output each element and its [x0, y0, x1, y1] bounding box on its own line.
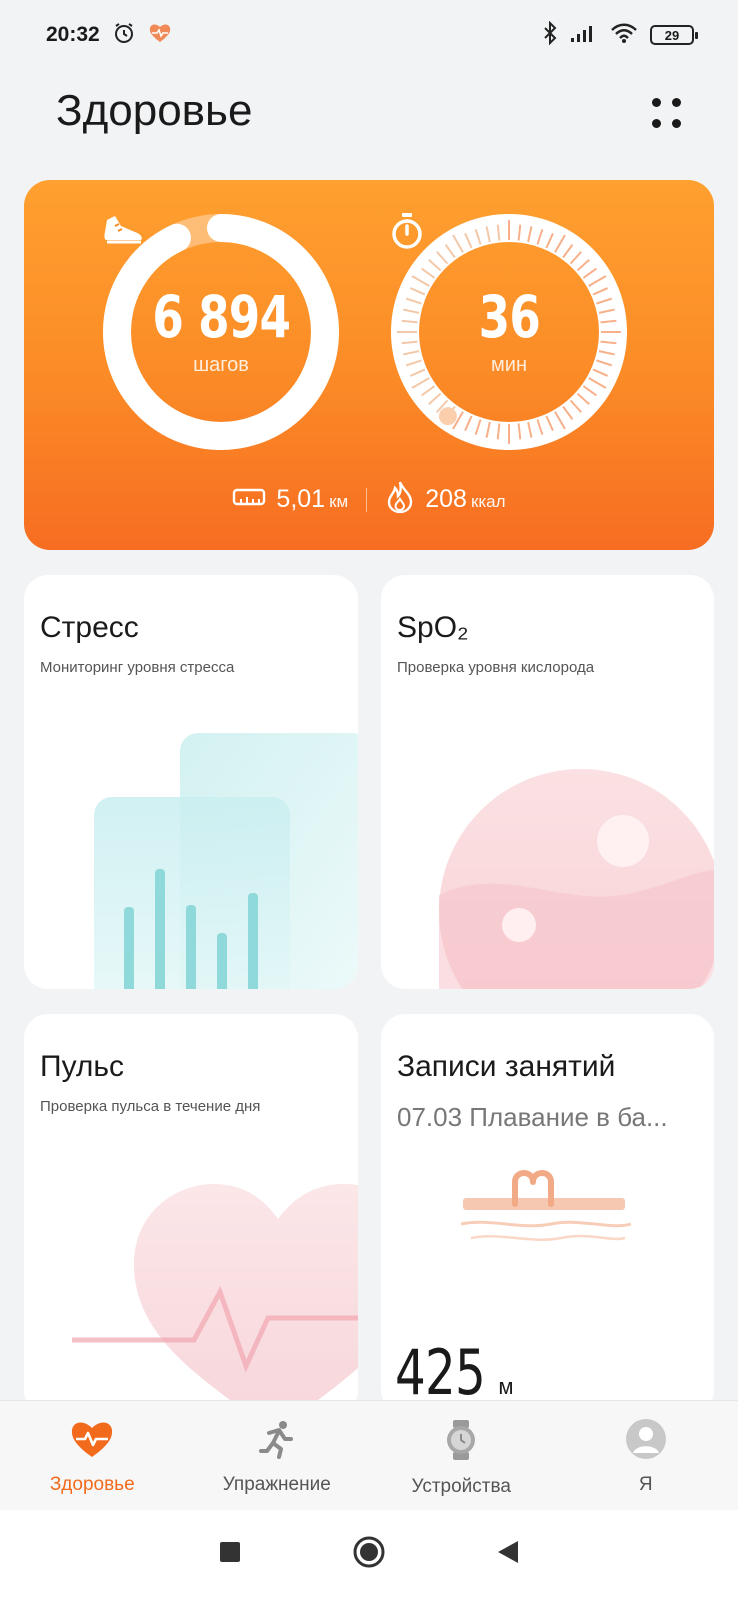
workouts-stat: 425 м — [395, 1342, 513, 1404]
recent-apps-button[interactable] — [218, 1540, 242, 1569]
stress-subtitle: Мониторинг уровня стресса — [40, 659, 235, 676]
workouts-card[interactable]: Записи занятий 07.03 Плавание в ба... 42… — [381, 1014, 714, 1414]
distance-metric: 5,01 км — [232, 485, 348, 514]
stress-title: Стресс — [40, 611, 139, 644]
bluetooth-icon — [542, 20, 558, 50]
back-button[interactable] — [496, 1539, 520, 1570]
spo2-card[interactable]: SpO₂ Проверка уровня кислорода — [381, 575, 714, 989]
pulse-subtitle: Проверка пульса в течение дня — [40, 1098, 261, 1115]
spo2-title: SpO₂ — [397, 611, 469, 644]
minutes-ring[interactable]: 36 мин — [389, 212, 629, 452]
home-button[interactable] — [352, 1535, 386, 1574]
flame-icon — [385, 480, 415, 519]
tab-devices-label: Устройства — [411, 1476, 511, 1497]
alarm-icon — [112, 21, 136, 50]
runner-icon — [257, 1419, 297, 1464]
distance-unit: км — [329, 492, 349, 511]
tab-health-label: Здоровье — [49, 1474, 135, 1495]
watch-icon — [443, 1419, 479, 1466]
steps-value: 6 894 — [152, 282, 291, 351]
tab-exercise[interactable]: Упражнение — [185, 1401, 369, 1511]
workouts-title: Записи занятий — [397, 1050, 616, 1083]
bottom-tab-bar: Здоровье Упражнение Устройства Я — [0, 1400, 738, 1510]
minutes-value: 36 — [478, 282, 540, 351]
heart-pulse-icon — [70, 1419, 114, 1464]
steps-unit: шагов — [193, 353, 249, 376]
calories-metric: 208 ккал — [385, 480, 506, 519]
workouts-value: 425 — [395, 1336, 486, 1409]
avatar-icon — [625, 1419, 666, 1464]
tab-me-label: Я — [638, 1474, 653, 1495]
spo2-subtitle: Проверка уровня кислорода — [397, 659, 595, 676]
activity-card[interactable]: 6 894 шагов 36 мин 5,01 км 208 ккал — [24, 180, 714, 550]
workouts-subtitle: 07.03 Плавание в ба... — [397, 1102, 668, 1132]
steps-ring[interactable]: 6 894 шагов — [101, 212, 341, 452]
tab-exercise-label: Упражнение — [222, 1474, 331, 1495]
tab-me[interactable]: Я — [554, 1401, 738, 1511]
page-title: Здоровье — [56, 86, 253, 135]
pulse-title: Пульс — [40, 1050, 125, 1083]
system-nav-bar — [0, 1510, 738, 1599]
status-bar: 20:32 29 — [0, 0, 738, 70]
health-heart-icon — [148, 22, 172, 49]
status-time: 20:32 — [46, 23, 100, 46]
battery-icon: 29 — [650, 25, 698, 45]
tab-health[interactable]: Здоровье — [0, 1401, 184, 1511]
ruler-icon — [232, 486, 266, 513]
minutes-unit: мин — [491, 353, 527, 376]
calories-unit: ккал — [470, 492, 506, 511]
activity-metrics: 5,01 км 208 ккал — [24, 480, 714, 519]
grid-dots-icon[interactable] — [650, 96, 684, 130]
calories-value: 208 — [425, 485, 467, 513]
pulse-card[interactable]: Пульс Проверка пульса в течение дня — [24, 1014, 358, 1414]
tab-devices[interactable]: Устройства — [369, 1401, 553, 1511]
distance-value: 5,01 — [276, 485, 326, 513]
signal-icon — [570, 23, 598, 48]
workouts-unit: м — [498, 1374, 514, 1399]
wifi-icon — [610, 22, 638, 49]
stress-card[interactable]: Стресс Мониторинг уровня стресса — [24, 575, 358, 989]
